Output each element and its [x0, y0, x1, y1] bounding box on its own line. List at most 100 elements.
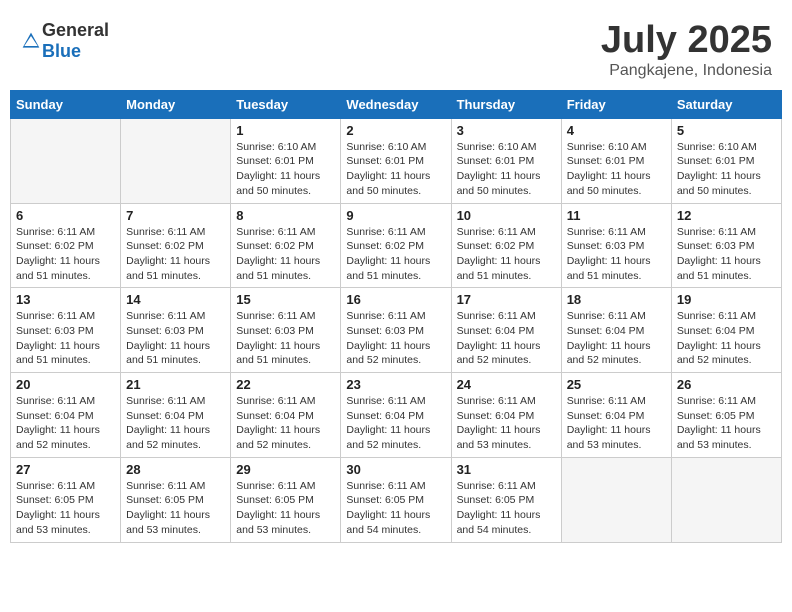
day-number: 7	[126, 208, 225, 223]
day-info: Sunrise: 6:11 AM Sunset: 6:03 PM Dayligh…	[567, 225, 666, 284]
day-info: Sunrise: 6:10 AM Sunset: 6:01 PM Dayligh…	[677, 140, 776, 199]
day-info: Sunrise: 6:11 AM Sunset: 6:03 PM Dayligh…	[346, 309, 445, 368]
calendar-cell: 15 Sunrise: 6:11 AM Sunset: 6:03 PM Dayli…	[231, 288, 341, 373]
day-number: 14	[126, 292, 225, 307]
day-number: 27	[16, 462, 115, 477]
logo-general: General	[42, 20, 109, 40]
calendar-cell: 11 Sunrise: 6:11 AM Sunset: 6:03 PM Dayli…	[561, 203, 671, 288]
calendar-cell: 9 Sunrise: 6:11 AM Sunset: 6:02 PM Daylig…	[341, 203, 451, 288]
day-number: 31	[457, 462, 556, 477]
day-info: Sunrise: 6:11 AM Sunset: 6:04 PM Dayligh…	[346, 394, 445, 453]
day-number: 10	[457, 208, 556, 223]
calendar-cell: 16 Sunrise: 6:11 AM Sunset: 6:03 PM Dayli…	[341, 288, 451, 373]
day-number: 23	[346, 377, 445, 392]
header-saturday: Saturday	[671, 90, 781, 118]
day-info: Sunrise: 6:11 AM Sunset: 6:04 PM Dayligh…	[457, 309, 556, 368]
day-info: Sunrise: 6:10 AM Sunset: 6:01 PM Dayligh…	[236, 140, 335, 199]
calendar-cell: 31 Sunrise: 6:11 AM Sunset: 6:05 PM Dayli…	[451, 457, 561, 542]
day-number: 20	[16, 377, 115, 392]
calendar-cell	[561, 457, 671, 542]
day-number: 13	[16, 292, 115, 307]
day-info: Sunrise: 6:11 AM Sunset: 6:05 PM Dayligh…	[457, 479, 556, 538]
calendar-cell: 7 Sunrise: 6:11 AM Sunset: 6:02 PM Daylig…	[121, 203, 231, 288]
calendar-cell: 13 Sunrise: 6:11 AM Sunset: 6:03 PM Dayli…	[11, 288, 121, 373]
day-info: Sunrise: 6:11 AM Sunset: 6:04 PM Dayligh…	[457, 394, 556, 453]
calendar: Sunday Monday Tuesday Wednesday Thursday…	[10, 90, 782, 543]
day-info: Sunrise: 6:10 AM Sunset: 6:01 PM Dayligh…	[346, 140, 445, 199]
calendar-cell: 29 Sunrise: 6:11 AM Sunset: 6:05 PM Dayli…	[231, 457, 341, 542]
calendar-cell	[671, 457, 781, 542]
day-info: Sunrise: 6:11 AM Sunset: 6:04 PM Dayligh…	[567, 309, 666, 368]
calendar-cell: 23 Sunrise: 6:11 AM Sunset: 6:04 PM Dayli…	[341, 373, 451, 458]
calendar-week-4: 20 Sunrise: 6:11 AM Sunset: 6:04 PM Dayli…	[11, 373, 782, 458]
day-info: Sunrise: 6:11 AM Sunset: 6:02 PM Dayligh…	[346, 225, 445, 284]
calendar-cell: 5 Sunrise: 6:10 AM Sunset: 6:01 PM Daylig…	[671, 118, 781, 203]
day-info: Sunrise: 6:11 AM Sunset: 6:03 PM Dayligh…	[126, 309, 225, 368]
day-number: 17	[457, 292, 556, 307]
day-number: 2	[346, 123, 445, 138]
calendar-cell: 19 Sunrise: 6:11 AM Sunset: 6:04 PM Dayli…	[671, 288, 781, 373]
day-number: 30	[346, 462, 445, 477]
header-sunday: Sunday	[11, 90, 121, 118]
day-info: Sunrise: 6:11 AM Sunset: 6:03 PM Dayligh…	[236, 309, 335, 368]
day-number: 12	[677, 208, 776, 223]
day-info: Sunrise: 6:11 AM Sunset: 6:02 PM Dayligh…	[126, 225, 225, 284]
calendar-cell: 8Sunrise: 6:11 AM Sunset: 6:02 PM Daylig…	[231, 203, 341, 288]
day-info: Sunrise: 6:11 AM Sunset: 6:04 PM Dayligh…	[16, 394, 115, 453]
calendar-cell: 22 Sunrise: 6:11 AM Sunset: 6:04 PM Dayli…	[231, 373, 341, 458]
calendar-cell: 6 Sunrise: 6:11 AM Sunset: 6:02 PM Daylig…	[11, 203, 121, 288]
calendar-cell: 1Sunrise: 6:10 AM Sunset: 6:01 PM Daylig…	[231, 118, 341, 203]
calendar-cell	[121, 118, 231, 203]
calendar-cell: 21Sunrise: 6:11 AM Sunset: 6:04 PM Dayli…	[121, 373, 231, 458]
calendar-cell: 25Sunrise: 6:11 AM Sunset: 6:04 PM Dayli…	[561, 373, 671, 458]
day-number: 8	[236, 208, 335, 223]
header-wednesday: Wednesday	[341, 90, 451, 118]
calendar-header-row: Sunday Monday Tuesday Wednesday Thursday…	[11, 90, 782, 118]
day-info: Sunrise: 6:11 AM Sunset: 6:05 PM Dayligh…	[16, 479, 115, 538]
calendar-week-3: 13 Sunrise: 6:11 AM Sunset: 6:03 PM Dayli…	[11, 288, 782, 373]
calendar-cell: 28Sunrise: 6:11 AM Sunset: 6:05 PM Dayli…	[121, 457, 231, 542]
day-info: Sunrise: 6:11 AM Sunset: 6:04 PM Dayligh…	[236, 394, 335, 453]
day-number: 18	[567, 292, 666, 307]
calendar-cell: 18 Sunrise: 6:11 AM Sunset: 6:04 PM Dayli…	[561, 288, 671, 373]
logo: General Blue	[20, 20, 109, 62]
day-number: 16	[346, 292, 445, 307]
day-number: 26	[677, 377, 776, 392]
day-info: Sunrise: 6:11 AM Sunset: 6:02 PM Dayligh…	[16, 225, 115, 284]
day-number: 9	[346, 208, 445, 223]
day-number: 25	[567, 377, 666, 392]
calendar-cell	[11, 118, 121, 203]
day-info: Sunrise: 6:11 AM Sunset: 6:05 PM Dayligh…	[126, 479, 225, 538]
day-info: Sunrise: 6:11 AM Sunset: 6:05 PM Dayligh…	[236, 479, 335, 538]
day-info: Sunrise: 6:11 AM Sunset: 6:04 PM Dayligh…	[677, 309, 776, 368]
calendar-week-1: 1Sunrise: 6:10 AM Sunset: 6:01 PM Daylig…	[11, 118, 782, 203]
day-number: 3	[457, 123, 556, 138]
calendar-week-5: 27 Sunrise: 6:11 AM Sunset: 6:05 PM Dayli…	[11, 457, 782, 542]
day-number: 19	[677, 292, 776, 307]
day-number: 6	[16, 208, 115, 223]
day-number: 22	[236, 377, 335, 392]
page-header: General Blue July 2025 Pangkajene, Indon…	[10, 10, 782, 85]
day-number: 5	[677, 123, 776, 138]
calendar-cell: 12Sunrise: 6:11 AM Sunset: 6:03 PM Dayli…	[671, 203, 781, 288]
location: Pangkajene, Indonesia	[601, 62, 772, 80]
calendar-cell: 17 Sunrise: 6:11 AM Sunset: 6:04 PM Dayli…	[451, 288, 561, 373]
day-info: Sunrise: 6:10 AM Sunset: 6:01 PM Dayligh…	[457, 140, 556, 199]
logo-blue: Blue	[42, 41, 81, 61]
day-info: Sunrise: 6:11 AM Sunset: 6:05 PM Dayligh…	[677, 394, 776, 453]
day-info: Sunrise: 6:11 AM Sunset: 6:03 PM Dayligh…	[16, 309, 115, 368]
header-thursday: Thursday	[451, 90, 561, 118]
day-number: 15	[236, 292, 335, 307]
calendar-cell: 14 Sunrise: 6:11 AM Sunset: 6:03 PM Dayli…	[121, 288, 231, 373]
day-number: 11	[567, 208, 666, 223]
calendar-cell: 10Sunrise: 6:11 AM Sunset: 6:02 PM Dayli…	[451, 203, 561, 288]
day-number: 29	[236, 462, 335, 477]
calendar-cell: 20 Sunrise: 6:11 AM Sunset: 6:04 PM Dayli…	[11, 373, 121, 458]
title-area: July 2025 Pangkajene, Indonesia	[601, 20, 772, 80]
calendar-cell: 26 Sunrise: 6:11 AM Sunset: 6:05 PM Dayli…	[671, 373, 781, 458]
day-number: 4	[567, 123, 666, 138]
header-tuesday: Tuesday	[231, 90, 341, 118]
month-title: July 2025	[601, 20, 772, 62]
calendar-cell: 3 Sunrise: 6:10 AM Sunset: 6:01 PM Daylig…	[451, 118, 561, 203]
calendar-week-2: 6 Sunrise: 6:11 AM Sunset: 6:02 PM Daylig…	[11, 203, 782, 288]
